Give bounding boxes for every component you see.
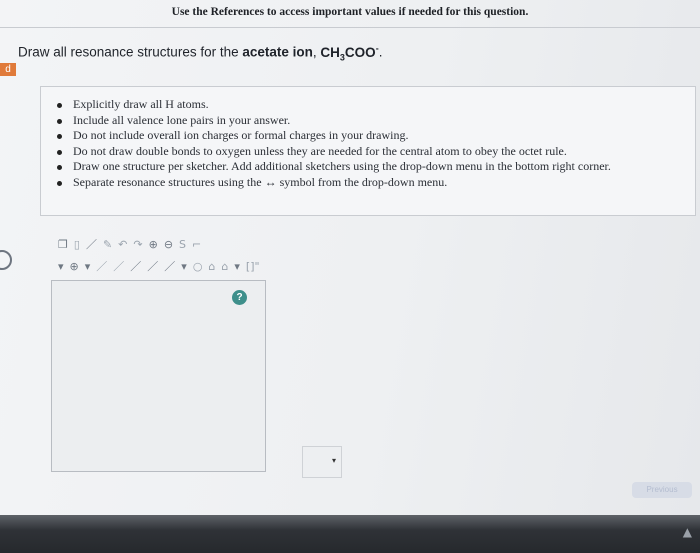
question-text: Draw all resonance structures for the ac… — [18, 43, 383, 63]
instructions-list: Explicitly draw all H atoms. Include all… — [41, 97, 695, 190]
erase-tool-icon[interactable]: ▯ — [74, 237, 80, 253]
zoom-in-icon[interactable]: ⊕ — [149, 237, 158, 253]
pen-tool-icon[interactable]: ／ — [86, 237, 97, 253]
chevron-down-icon: ▾ — [331, 456, 336, 465]
instruction-item: Draw one structure per sketcher. Add add… — [57, 159, 695, 175]
dropdown-arrow-icon[interactable]: ▾ — [234, 259, 240, 275]
zoom-out-icon[interactable]: ⊖ — [164, 237, 173, 253]
arrow-icon[interactable]: ▲ — [683, 525, 692, 539]
side-tab[interactable]: d — [0, 63, 16, 76]
question-prefix: Draw all resonance structures for the — [18, 44, 243, 60]
instruction-item: Include all valence lone pairs in your a… — [57, 113, 695, 129]
side-nav-circle[interactable] — [0, 250, 12, 270]
sketcher-toolbar-top: ❐ ▯ ／ ✎ ↶ ↷ ⊕ ⊖ S ⌐ — [58, 237, 201, 253]
references-note: Use the References to access important v… — [171, 6, 529, 18]
bond-tool-icon[interactable]: ／ — [96, 259, 107, 275]
bond-tool-icon[interactable]: ／ — [164, 259, 175, 275]
question-subject: acetate ion — [242, 44, 313, 60]
previous-button[interactable]: Previous — [632, 482, 692, 498]
taskbar: ▲ — [0, 515, 700, 553]
instruction-item: Separate resonance structures using the … — [57, 175, 695, 191]
instruction-item: Do not draw double bonds to oxygen unles… — [57, 144, 695, 160]
ring-tool-icon[interactable]: ⌂ — [208, 259, 215, 275]
instructions-box: Explicitly draw all H atoms. Include all… — [40, 86, 696, 216]
bond-tool-icon[interactable]: ／ — [147, 259, 158, 275]
ring-tool-icon[interactable]: ○ — [193, 259, 203, 275]
draw-tool-icon[interactable]: ✎ — [103, 237, 112, 253]
bond-tool-icon[interactable]: ／ — [130, 259, 141, 275]
dropdown-arrow-icon[interactable]: ▾ — [85, 259, 91, 275]
add-sketcher-dropdown[interactable]: ▾ — [302, 446, 342, 478]
bond-tool-icon[interactable]: ／ — [113, 259, 124, 275]
ring-tool-icon[interactable]: ⌂ — [221, 259, 228, 275]
header-divider — [0, 27, 700, 28]
undo-icon[interactable]: ↶ — [118, 237, 127, 253]
instruction-item: Do not include overall ion charges or fo… — [57, 128, 695, 144]
screen: Use the References to access important v… — [0, 0, 700, 520]
sketcher-toolbar-bottom: ▾ ⊕ ▾ ／ ／ ／ ／ ／ ▾ ○ ⌂ ⌂ ▾ []" — [58, 259, 260, 275]
help-icon[interactable]: ? — [232, 290, 247, 305]
bracket-tool-icon[interactable]: ⌐ — [192, 237, 201, 253]
dropdown-arrow-icon[interactable]: ▾ — [181, 259, 187, 275]
dropdown-arrow-icon[interactable]: ▾ — [58, 259, 64, 275]
question-formula: CH3COO- — [320, 43, 379, 63]
s-tool-icon[interactable]: S — [179, 237, 186, 253]
atom-tool-icon[interactable]: ⊕ — [70, 259, 79, 275]
bracket-tool-icon[interactable]: []" — [246, 259, 260, 275]
select-tool-icon[interactable]: ❐ — [58, 237, 68, 253]
instruction-item: Explicitly draw all H atoms. — [57, 97, 695, 113]
sketcher-canvas[interactable] — [51, 280, 266, 472]
redo-icon[interactable]: ↷ — [133, 237, 142, 253]
